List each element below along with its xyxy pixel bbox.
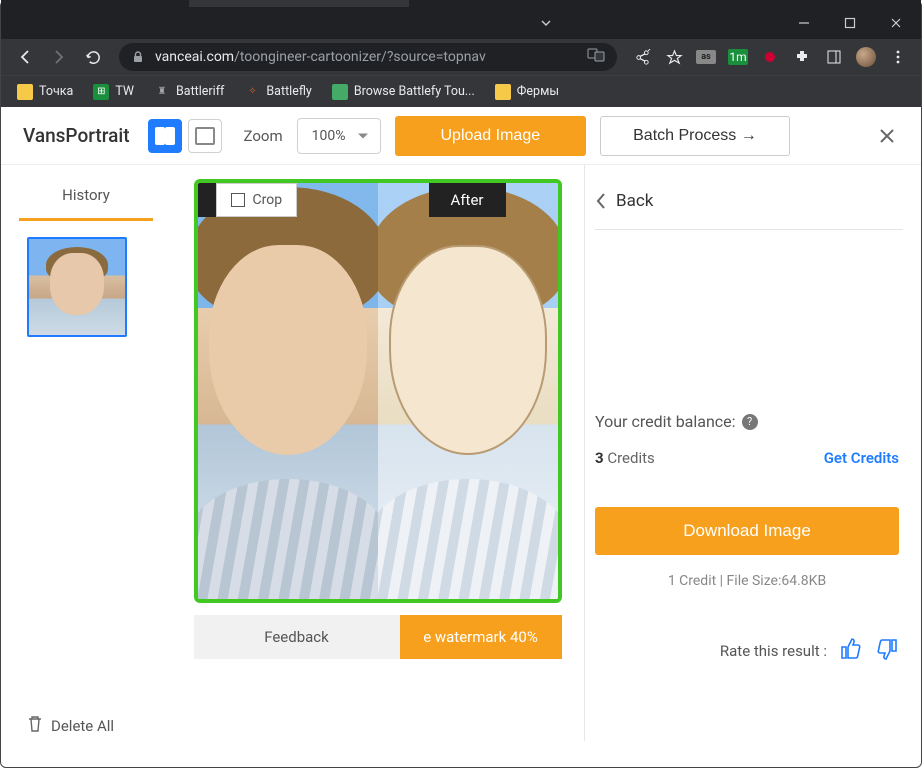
- bookmark-item[interactable]: ✧Battlefly: [236, 80, 319, 104]
- thumbs-down-icon[interactable]: [875, 637, 899, 665]
- url-text: vanceai.com/toongineer-cartoonizer/?sour…: [155, 49, 577, 65]
- omnibox[interactable]: vanceai.com/toongineer-cartoonizer/?sour…: [119, 43, 617, 71]
- history-header: History: [19, 171, 153, 221]
- compare-viewer[interactable]: Crop After: [194, 179, 562, 603]
- editor-bottom-actions: Feedback e watermark 40%: [194, 615, 562, 659]
- bookmark-item[interactable]: Browse Battlefy Tou...: [324, 80, 483, 104]
- app-brand: VansPortrait: [23, 124, 130, 147]
- minimize-button[interactable]: [781, 7, 827, 39]
- browser-tab[interactable]: NozNet.ru: [9, 0, 189, 7]
- split-view-button[interactable]: [148, 119, 182, 153]
- feedback-button[interactable]: Feedback: [194, 615, 400, 659]
- window-controls: [1, 7, 921, 39]
- profile-avatar[interactable]: [851, 42, 881, 72]
- browser-tab[interactable]: AI Toongineer Cartoonizer | Turn Ph: [189, 0, 409, 7]
- star-icon[interactable]: [659, 42, 689, 72]
- close-icon[interactable]: [875, 124, 899, 148]
- app-body: History Crop After: [1, 165, 921, 741]
- browser-chrome: NozNet.ru AI Toongineer Cartoonizer | Tu…: [1, 1, 921, 107]
- sidepanel-icon[interactable]: [819, 42, 849, 72]
- help-icon[interactable]: ?: [742, 414, 758, 430]
- after-pane: [378, 183, 558, 599]
- divider: [595, 229, 903, 230]
- credit-row: 3 Credits Get Credits: [595, 449, 899, 467]
- extension-dot-icon[interactable]: [755, 42, 785, 72]
- view-mode-toggle: [148, 119, 222, 153]
- upload-image-button[interactable]: Upload Image: [395, 116, 587, 156]
- credit-count: 3: [595, 449, 604, 467]
- editor-area: Crop After Feedback e watermark 40%: [171, 165, 584, 741]
- new-tab-button[interactable]: [415, 0, 443, 5]
- bookmark-item[interactable]: ⊞TW: [85, 80, 142, 104]
- share-icon[interactable]: [627, 42, 657, 72]
- download-image-button[interactable]: Download Image: [595, 507, 899, 555]
- thumbs-up-icon[interactable]: [839, 637, 863, 665]
- extensions-icon[interactable]: [787, 42, 817, 72]
- translate-icon[interactable]: [587, 46, 605, 68]
- back-button[interactable]: Back: [595, 181, 899, 221]
- single-view-button[interactable]: [188, 119, 222, 153]
- extension-area: as 1m: [627, 42, 913, 72]
- history-sidebar: History: [1, 165, 171, 741]
- get-credits-link[interactable]: Get Credits: [824, 449, 899, 467]
- back-button[interactable]: [9, 41, 41, 73]
- before-handle: [198, 183, 216, 217]
- chevron-left-icon: [595, 192, 606, 210]
- batch-process-button[interactable]: Batch Process →: [600, 116, 790, 156]
- crop-icon: [231, 193, 245, 207]
- app-toolbar: VansPortrait Zoom 100% Upload Image Batc…: [1, 107, 921, 165]
- delete-all-button[interactable]: Delete All: [27, 715, 114, 737]
- app-content: VansPortrait Zoom 100% Upload Image Batc…: [1, 107, 921, 741]
- rate-row: Rate this result :: [595, 637, 899, 665]
- address-bar: vanceai.com/toongineer-cartoonizer/?sour…: [1, 39, 921, 75]
- before-pane: [198, 183, 378, 599]
- reload-button[interactable]: [77, 41, 109, 73]
- trash-icon: [27, 715, 43, 737]
- history-thumbnail[interactable]: [27, 237, 127, 337]
- zoom-select[interactable]: 100%: [297, 118, 381, 154]
- file-info: 1 Credit | File Size:64.8KB: [595, 573, 899, 589]
- side-panel: Back Your credit balance: ? 3 Credits Ge…: [585, 165, 921, 741]
- extension-badge-icon[interactable]: 1m: [723, 42, 753, 72]
- watermark-button[interactable]: e watermark 40%: [400, 615, 562, 659]
- bookmark-item[interactable]: Точка: [9, 80, 81, 104]
- maximize-button[interactable]: [827, 7, 873, 39]
- zoom-label: Zoom: [244, 127, 283, 145]
- lock-icon: [131, 50, 145, 64]
- forward-button[interactable]: [43, 41, 75, 73]
- after-label: After: [429, 183, 506, 217]
- bookmarks-bar: Точка ⊞TW ♜Battleriff ✧Battlefly Browse …: [1, 75, 921, 107]
- bookmark-item[interactable]: ♜Battleriff: [146, 80, 232, 104]
- tab-strip: NozNet.ru AI Toongineer Cartoonizer | Tu…: [1, 0, 921, 7]
- close-window-button[interactable]: [873, 7, 919, 39]
- rate-label: Rate this result :: [720, 642, 827, 660]
- menu-icon[interactable]: [883, 42, 913, 72]
- credit-balance-label: Your credit balance: ?: [595, 412, 899, 431]
- bookmark-item[interactable]: Фермы: [487, 80, 567, 104]
- chevron-down-icon[interactable]: [523, 7, 569, 39]
- extension-lastfm-icon[interactable]: as: [691, 42, 721, 72]
- crop-button[interactable]: Crop: [216, 183, 298, 217]
